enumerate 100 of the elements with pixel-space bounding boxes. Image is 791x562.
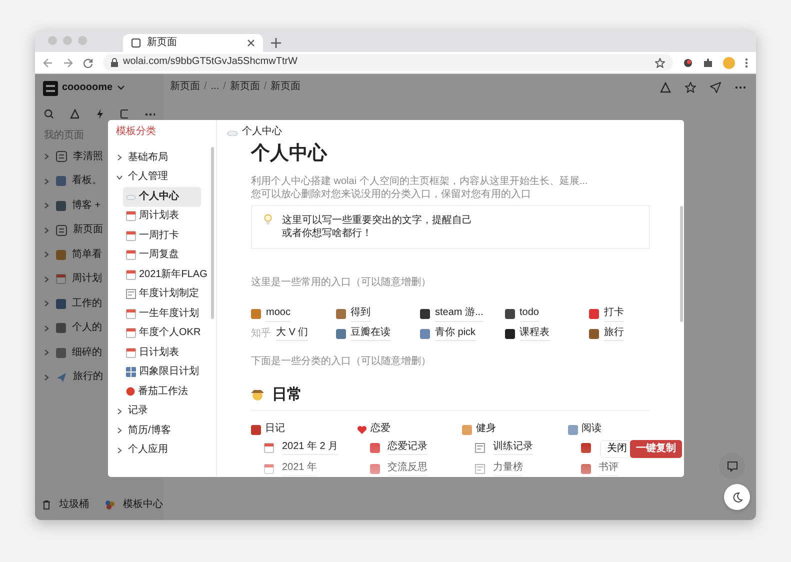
page-link[interactable]: 2021 年: [282, 462, 318, 476]
template-item[interactable]: 年度个人OKR: [123, 324, 204, 343]
template-item[interactable]: 四象限日计划: [123, 362, 202, 382]
send-icon[interactable]: [710, 82, 721, 92]
chevron-icon[interactable]: [116, 174, 123, 181]
shortcut-link[interactable]: mooc: [266, 307, 290, 322]
puzzle-icon[interactable]: [703, 58, 713, 68]
star-icon[interactable]: [655, 58, 665, 68]
shortcut-link[interactable]: 青你 pick: [435, 326, 476, 341]
sidebar-item[interactable]: 细碎的: [43, 340, 102, 365]
window-close-dot[interactable]: [48, 36, 57, 45]
chevron-icon[interactable]: [43, 153, 50, 160]
shortcut-link[interactable]: 大 V 们: [276, 326, 308, 341]
thumbnail-icon: [56, 200, 66, 211]
lightning-icon[interactable]: [96, 109, 103, 119]
shortcut-link[interactable]: 得到: [350, 307, 370, 322]
chat-button[interactable]: [719, 453, 745, 479]
chevron-icon[interactable]: [116, 154, 123, 162]
breadcrumb-item[interactable]: 个人中心: [242, 126, 282, 138]
shortcut-link[interactable]: todo: [520, 307, 539, 322]
sidebar-item[interactable]: 看板。: [43, 169, 102, 194]
triangle-nodes-icon[interactable]: [660, 82, 671, 92]
reload-icon[interactable]: [83, 58, 93, 68]
chevron-icon[interactable]: [43, 202, 50, 210]
template-item[interactable]: 一周打卡: [123, 226, 201, 246]
forward-icon[interactable]: [63, 58, 73, 68]
frame-icon[interactable]: [120, 109, 128, 119]
category-item[interactable]: 简历/博客: [114, 421, 171, 440]
more-icon[interactable]: [745, 58, 748, 68]
close-button[interactable]: 关闭: [600, 440, 634, 458]
sidebar-footer-item[interactable]: 垃圾桶: [42, 498, 89, 512]
template-item[interactable]: 周计划表: [123, 206, 201, 226]
chevron-icon[interactable]: [43, 300, 50, 308]
category-item[interactable]: 基础布局: [114, 148, 168, 168]
scrollbar[interactable]: [680, 206, 683, 322]
theme-button[interactable]: [724, 484, 750, 510]
browser-tab[interactable]: 新页面: [123, 34, 263, 52]
chevron-icon[interactable]: [116, 446, 123, 454]
sidebar-item[interactable]: 博客 +: [43, 194, 101, 218]
category-item[interactable]: 个人应用: [114, 440, 168, 460]
copy-button[interactable]: 一键复制: [630, 440, 682, 458]
template-item[interactable]: 番茄工作法: [123, 382, 201, 402]
shortcut-link[interactable]: 课程表: [520, 326, 550, 341]
page-link[interactable]: 力量榜: [493, 462, 523, 476]
sidebar-item-label: 李清照: [73, 150, 103, 163]
breadcrumb-item[interactable]: 新页面: [230, 80, 260, 94]
template-item[interactable]: 个人中心: [123, 187, 201, 206]
shortcut-link[interactable]: 豆瓣在读: [350, 326, 390, 341]
sidebar-item[interactable]: 旅行的: [43, 365, 103, 390]
shortcut-link[interactable]: 打卡: [604, 307, 624, 322]
sidebar-footer-item[interactable]: 模板中心: [105, 498, 163, 512]
workspace-name[interactable]: cooooome: [62, 82, 113, 94]
sidebar-item[interactable]: 工作的: [43, 292, 102, 316]
template-item[interactable]: 日计划表: [123, 343, 201, 362]
template-item[interactable]: 年度计划制定: [123, 284, 202, 304]
category-item[interactable]: 记录: [114, 402, 148, 421]
window-minimize-dot[interactable]: [63, 36, 72, 45]
chevron-icon[interactable]: [116, 427, 123, 434]
sidebar-item[interactable]: 个人的: [43, 316, 102, 340]
star-icon[interactable]: [685, 82, 696, 92]
sidebar-item[interactable]: 新页面: [43, 218, 103, 242]
back-icon[interactable]: [43, 58, 53, 68]
chevron-down-icon[interactable]: [116, 85, 125, 91]
sidebar-item[interactable]: 周计划: [43, 267, 102, 292]
chevron-icon[interactable]: [43, 374, 50, 381]
chevron-icon[interactable]: [43, 276, 50, 283]
page-link[interactable]: 交流反思: [388, 462, 428, 476]
template-item[interactable]: 一生年度计划: [123, 304, 202, 324]
new-tab-icon[interactable]: [271, 38, 281, 48]
shortcut-link[interactable]: 旅行: [604, 326, 624, 341]
chevron-icon[interactable]: [43, 251, 50, 258]
close-icon[interactable]: [247, 39, 255, 47]
breadcrumb-item[interactable]: ...: [210, 80, 220, 94]
extension-icon[interactable]: [683, 58, 693, 68]
window-zoom-dot[interactable]: [78, 36, 87, 45]
page-link[interactable]: 恋爱记录: [388, 440, 428, 455]
sidebar-item[interactable]: 李清照: [43, 144, 103, 169]
breadcrumb-item[interactable]: 新页面: [270, 80, 301, 94]
page-link[interactable]: 2021 年 2 月: [282, 440, 338, 455]
more-icon[interactable]: [145, 112, 156, 116]
chevron-icon[interactable]: [43, 349, 50, 356]
shortcut-link[interactable]: steam 游...: [435, 307, 484, 322]
template-item[interactable]: 2021新年FLAG: [123, 265, 210, 284]
template-item[interactable]: 一周复盘: [123, 246, 201, 265]
chevron-icon[interactable]: [43, 226, 50, 234]
triangle-nodes-icon[interactable]: [70, 109, 79, 119]
page-link[interactable]: 训练记录: [493, 440, 533, 455]
search-icon[interactable]: [44, 109, 53, 119]
chevron-icon[interactable]: [116, 408, 123, 415]
more-icon[interactable]: [735, 86, 746, 88]
breadcrumb-separator: /: [204, 80, 207, 94]
chevron-icon[interactable]: [43, 324, 50, 332]
breadcrumb-item[interactable]: 新页面: [170, 80, 200, 94]
category-item[interactable]: 个人管理: [114, 168, 168, 187]
sidebar-item[interactable]: 简单看: [43, 242, 102, 267]
intro-text: 利用个人中心搭建 wolai 个人空间的主页框架，内容从这里开始生长、延展...: [251, 174, 589, 188]
page-link[interactable]: 书评: [598, 462, 618, 476]
chevron-icon[interactable]: [43, 178, 50, 185]
address-bar[interactable]: wolai.com/s9bbGT5tGvJa5ShcmwTtrW: [103, 54, 673, 71]
scrollbar[interactable]: [211, 147, 214, 319]
